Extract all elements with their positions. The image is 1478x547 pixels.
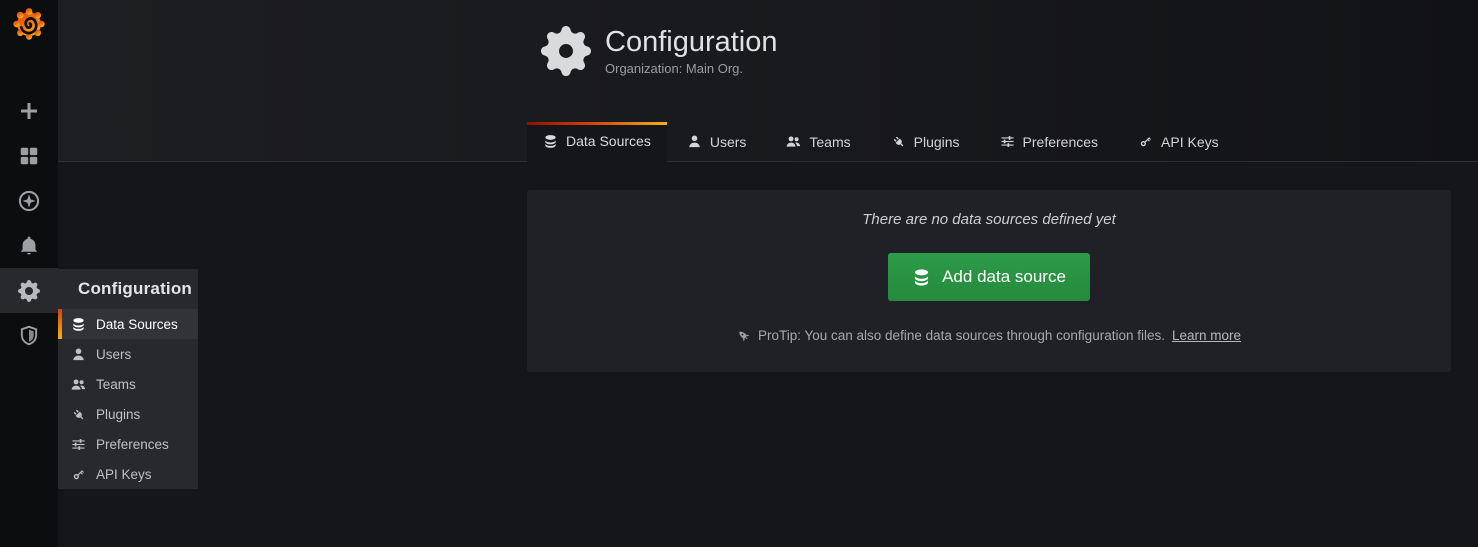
flyout-item-label: Teams [96, 377, 136, 392]
sidebar-item-explore[interactable] [0, 178, 58, 223]
sidebar [0, 0, 58, 547]
flyout-item-label: Plugins [96, 407, 140, 422]
tab-plugins[interactable]: Plugins [871, 122, 980, 162]
sidebar-item-dashboards[interactable] [0, 133, 58, 178]
flyout-item-label: Preferences [96, 437, 169, 452]
flyout-title: Configuration [58, 269, 198, 309]
sidebar-nav [0, 88, 58, 358]
sidebar-item-alerting[interactable] [0, 223, 58, 268]
key-icon [1138, 134, 1153, 149]
flyout-item-label: Users [96, 347, 131, 362]
page-subtitle: Organization: Main Org. [605, 61, 778, 76]
grafana-app: Configuration Data Sources Users Teams P… [0, 0, 1478, 547]
tab-label: Preferences [1023, 134, 1098, 150]
key-icon [71, 467, 86, 482]
tab-label: Data Sources [566, 133, 651, 149]
flyout-item-plugins[interactable]: Plugins [58, 399, 198, 429]
tab-preferences[interactable]: Preferences [980, 122, 1118, 162]
grafana-logo[interactable] [0, 0, 58, 60]
gear-icon [18, 280, 40, 302]
page-title: Configuration [605, 26, 778, 58]
configuration-flyout-menu: Configuration Data Sources Users Teams P… [58, 269, 198, 489]
bell-icon [18, 235, 40, 257]
compass-icon [18, 190, 40, 212]
user-icon [71, 347, 86, 362]
flyout-item-label: Data Sources [96, 317, 178, 332]
flyout-item-data-sources[interactable]: Data Sources [58, 309, 198, 339]
add-data-source-button[interactable]: Add data source [888, 253, 1090, 301]
empty-state-message: There are no data sources defined yet [527, 190, 1451, 228]
sliders-icon [71, 437, 86, 452]
protip-text: ProTip: You can also define data sources… [758, 328, 1165, 343]
user-icon [687, 134, 702, 149]
flyout-item-api-keys[interactable]: API Keys [58, 459, 198, 489]
flyout-item-preferences[interactable]: Preferences [58, 429, 198, 459]
database-icon [71, 317, 86, 332]
sidebar-item-create[interactable] [0, 88, 58, 133]
rocket-icon [737, 329, 751, 343]
flyout-item-teams[interactable]: Teams [58, 369, 198, 399]
main-area: Configuration Organization: Main Org. Da… [58, 0, 1478, 547]
database-icon [543, 134, 558, 149]
sliders-icon [1000, 134, 1015, 149]
tab-users[interactable]: Users [667, 122, 767, 162]
apps-icon [18, 145, 40, 167]
users-icon [786, 134, 801, 149]
add-data-source-label: Add data source [942, 267, 1066, 287]
learn-more-link[interactable]: Learn more [1172, 328, 1241, 343]
grafana-logo-icon [11, 4, 47, 42]
page-header-strip: Configuration Organization: Main Org. Da… [58, 0, 1478, 162]
database-icon [912, 268, 931, 287]
tab-label: Users [710, 134, 747, 150]
shield-icon [18, 325, 40, 347]
page-header: Configuration Organization: Main Org. [541, 26, 778, 76]
tab-label: Plugins [914, 134, 960, 150]
tab-bar: Data Sources Users Teams [527, 122, 1239, 162]
plug-icon [71, 407, 86, 422]
plug-icon [891, 134, 906, 149]
tab-teams[interactable]: Teams [766, 122, 870, 162]
data-sources-empty-panel: There are no data sources defined yet Ad… [527, 190, 1451, 372]
flyout-item-label: API Keys [96, 467, 152, 482]
plus-icon [18, 100, 40, 122]
protip-row: ProTip: You can also define data sources… [527, 328, 1451, 343]
page-header-text: Configuration Organization: Main Org. [605, 26, 778, 76]
gear-icon [541, 26, 591, 76]
tab-label: API Keys [1161, 134, 1219, 150]
tab-data-sources[interactable]: Data Sources [527, 122, 667, 162]
users-icon [71, 377, 86, 392]
sidebar-item-server-admin[interactable] [0, 313, 58, 358]
sidebar-item-configuration[interactable] [0, 268, 58, 313]
flyout-item-users[interactable]: Users [58, 339, 198, 369]
tab-label: Teams [809, 134, 850, 150]
tab-api-keys[interactable]: API Keys [1118, 122, 1239, 162]
